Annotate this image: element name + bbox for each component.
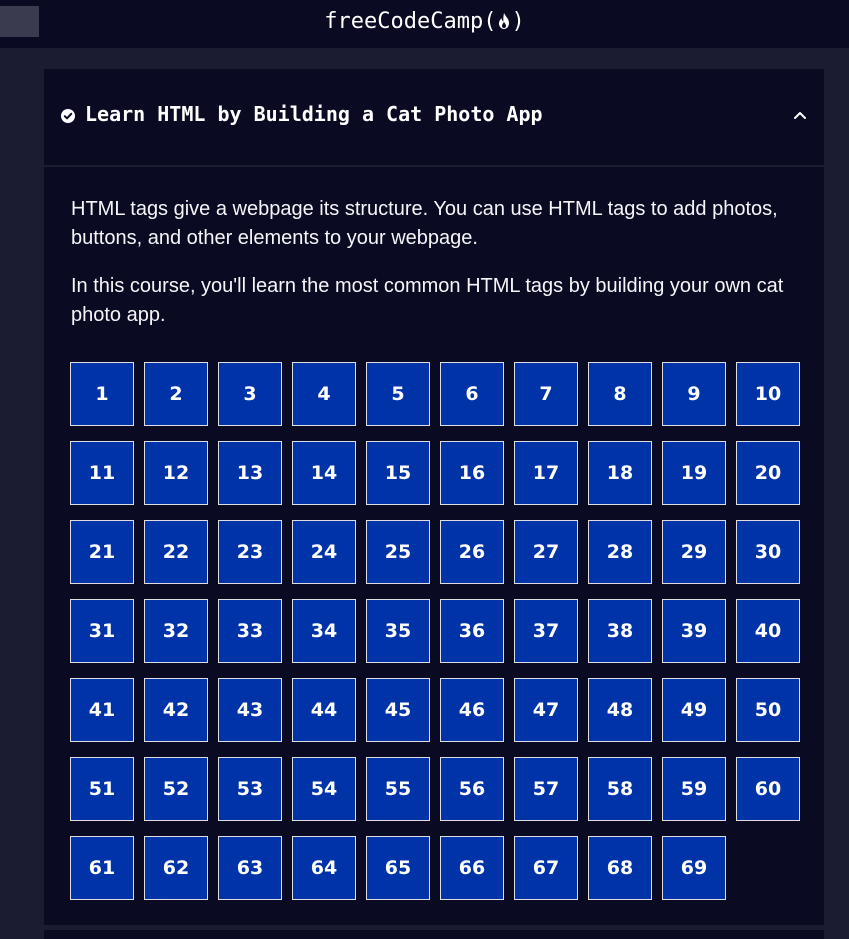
step-link[interactable]: 36 [440,599,504,663]
next-block [44,930,824,939]
step-link[interactable]: 14 [292,441,356,505]
step-link[interactable]: 35 [366,599,430,663]
logo-text-close: ) [511,8,525,34]
block-intro-paragraph: In this course, you'll learn the most co… [71,275,784,326]
fire-icon [499,13,510,29]
step-link[interactable]: 50 [736,678,800,742]
step-link[interactable]: 33 [218,599,282,663]
step-link[interactable]: 62 [144,836,208,900]
step-link[interactable]: 1 [70,362,134,426]
step-link[interactable]: 30 [736,520,800,584]
step-grid: 1 2 3 4 5 6 7 8 9 10 11 12 13 14 15 16 1… [70,362,810,900]
step-link[interactable]: 17 [514,441,578,505]
step-link[interactable]: 34 [292,599,356,663]
step-link[interactable]: 32 [144,599,208,663]
step-link[interactable]: 65 [366,836,430,900]
step-link[interactable]: 55 [366,757,430,821]
step-link[interactable]: 10 [736,362,800,426]
step-link[interactable]: 56 [440,757,504,821]
step-link[interactable]: 60 [736,757,800,821]
step-link[interactable]: 16 [440,441,504,505]
step-link[interactable]: 9 [662,362,726,426]
step-link[interactable]: 53 [218,757,282,821]
step-link[interactable]: 13 [218,441,282,505]
step-link[interactable]: 45 [366,678,430,742]
step-link[interactable]: 29 [662,520,726,584]
step-link[interactable]: 61 [70,836,134,900]
check-circle-icon [61,109,75,123]
step-link[interactable]: 8 [588,362,652,426]
site-logo[interactable]: freeCodeCamp() [0,0,849,42]
step-link[interactable]: 43 [218,678,282,742]
step-link[interactable]: 2 [144,362,208,426]
step-link[interactable]: 23 [218,520,282,584]
step-link[interactable]: 54 [292,757,356,821]
step-link[interactable]: 68 [588,836,652,900]
step-link[interactable]: 46 [440,678,504,742]
step-link[interactable]: 28 [588,520,652,584]
step-link[interactable]: 5 [366,362,430,426]
step-link[interactable]: 4 [292,362,356,426]
step-link[interactable]: 38 [588,599,652,663]
step-link[interactable]: 18 [588,441,652,505]
step-link[interactable]: 20 [736,441,800,505]
step-link[interactable]: 37 [514,599,578,663]
step-link[interactable]: 31 [70,599,134,663]
step-link[interactable]: 19 [662,441,726,505]
step-link[interactable]: 6 [440,362,504,426]
step-link[interactable]: 66 [440,836,504,900]
step-link[interactable]: 12 [144,441,208,505]
step-link[interactable]: 39 [662,599,726,663]
step-link[interactable]: 3 [218,362,282,426]
step-link[interactable]: 15 [366,441,430,505]
step-link[interactable]: 11 [70,441,134,505]
block-header-button[interactable]: Learn HTML by Building a Cat Photo App [44,69,824,167]
step-link[interactable]: 21 [70,520,134,584]
step-link[interactable]: 44 [292,678,356,742]
step-link[interactable]: 25 [366,520,430,584]
step-link[interactable]: 40 [736,599,800,663]
step-link[interactable]: 59 [662,757,726,821]
step-link[interactable]: 48 [588,678,652,742]
step-link[interactable]: 58 [588,757,652,821]
step-link[interactable]: 41 [70,678,134,742]
logo-text: freeCodeCamp( [324,8,497,34]
step-link[interactable]: 63 [218,836,282,900]
block-title: Learn HTML by Building a Cat Photo App [85,102,543,126]
top-navbar: freeCodeCamp() [0,0,849,48]
step-link[interactable]: 67 [514,836,578,900]
step-link[interactable]: 52 [144,757,208,821]
chevron-up-icon[interactable] [793,110,807,120]
step-link[interactable]: 27 [514,520,578,584]
step-link[interactable]: 42 [144,678,208,742]
step-link[interactable]: 57 [514,757,578,821]
step-link[interactable]: 49 [662,678,726,742]
step-link[interactable]: 22 [144,520,208,584]
step-link[interactable]: 47 [514,678,578,742]
step-link[interactable]: 64 [292,836,356,900]
block-intro-paragraph: HTML tags give a webpage its structure. … [71,198,778,249]
step-link[interactable]: 69 [662,836,726,900]
step-link[interactable]: 26 [440,520,504,584]
step-link[interactable]: 51 [70,757,134,821]
challenge-block: Learn HTML by Building a Cat Photo App H… [44,69,824,925]
step-link[interactable]: 24 [292,520,356,584]
step-link[interactable]: 7 [514,362,578,426]
